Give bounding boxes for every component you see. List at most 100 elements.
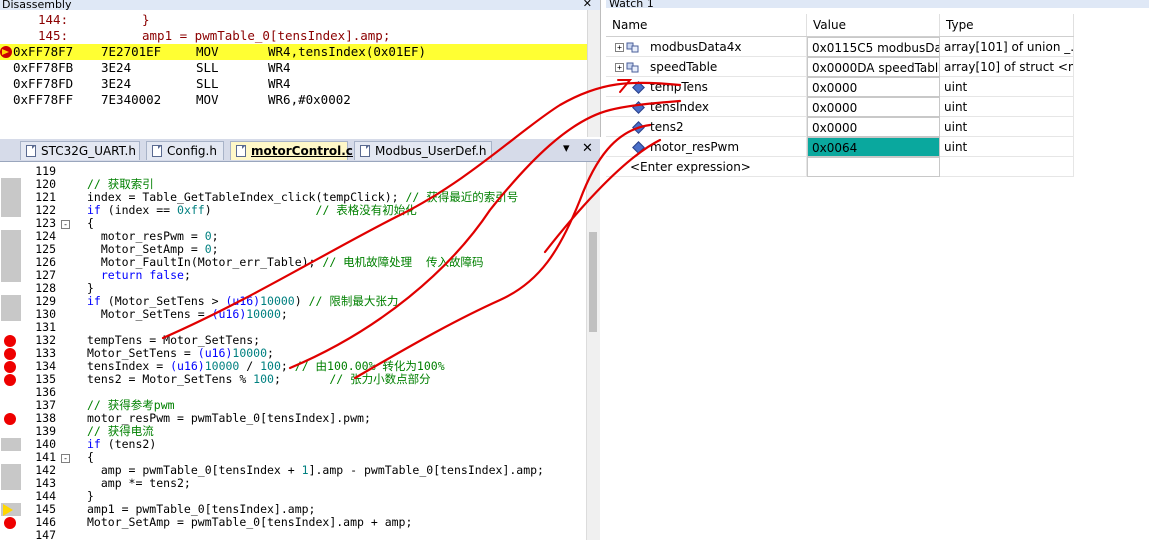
variable-icon	[632, 121, 645, 134]
code-number: 0	[204, 229, 212, 243]
breakpoint-slot[interactable]	[1, 191, 21, 204]
breakpoint-icon[interactable]	[4, 373, 16, 386]
editor-scrollbar[interactable]	[586, 162, 600, 540]
disassembly-line[interactable]: 0xFF78FB 3E24 SLL WR4	[0, 60, 590, 76]
breakpoint-slot[interactable]	[1, 438, 21, 451]
line-number: 147	[35, 528, 56, 540]
editor-tab[interactable]: Config.h	[146, 141, 224, 160]
editor-tab-bar: STC32G_UART.h Config.h motorControl.c Modbu…	[0, 139, 600, 162]
watch-name-cell[interactable]: tens2	[606, 117, 807, 137]
editor-tab[interactable]: STC32G_UART.h	[20, 141, 140, 160]
code-line[interactable]: if (index == 0xff) // 表格没有初始化	[87, 204, 417, 217]
breakpoint-slot[interactable]	[1, 256, 21, 269]
code-comment: // 获得参考pwm	[87, 398, 175, 412]
watch-name-cell[interactable]: tempTens	[606, 77, 807, 97]
breakpoint-slot[interactable]	[1, 204, 21, 217]
code-comment: // 获得电流	[87, 424, 154, 438]
fold-toggle-icon[interactable]: -	[61, 454, 70, 463]
disassembly-line[interactable]: 145: amp1 = pwmTable_0[tensIndex].amp;	[0, 28, 590, 44]
code-number: 100	[253, 372, 274, 386]
breakpoint-icon[interactable]	[4, 412, 16, 425]
instruction-bytes: 3E24	[101, 60, 132, 75]
breakpoint-slot[interactable]	[1, 295, 21, 308]
watch-name: <Enter expression>	[630, 160, 751, 174]
code-cast: (u16)	[197, 346, 233, 360]
editor-gutter[interactable]	[0, 162, 23, 540]
breakpoint-slot[interactable]	[1, 308, 21, 321]
tab-list-button[interactable]: ▾	[563, 141, 570, 156]
expand-toggle-icon[interactable]: +	[615, 63, 624, 72]
watch-name-cell[interactable]: tensIndex	[606, 97, 807, 117]
breakpoint-slot[interactable]	[1, 269, 21, 282]
watch-row[interactable]: motor_resPwm 0x0064 uint	[606, 137, 1074, 157]
code-comment: // 电机故障处理 传入故障码	[322, 255, 484, 269]
source-line-number: 144:	[38, 12, 69, 27]
code-line[interactable]: tens2 = Motor_SetTens % 100; // 张力小数点部分	[87, 373, 431, 386]
file-icon	[26, 145, 36, 157]
tab-close-button[interactable]: ✕	[582, 141, 593, 156]
watch-type-cell: array[10] of struct <no...	[940, 57, 1074, 77]
watch-title: Watch 1	[606, 0, 1149, 8]
editor-tab[interactable]: motorControl.c	[230, 141, 353, 160]
watch-row[interactable]: + modbusData4x 0x0115C5 modbusDat...array[…	[606, 37, 1074, 57]
watch-col-type[interactable]: Type	[940, 14, 1074, 36]
watch-value-cell[interactable]: 0x0115C5 modbusDat...	[807, 37, 940, 57]
disassembly-line[interactable]: 0xFF78F7 7E2701EF MOV WR4,tensIndex(0x01EF)	[0, 44, 590, 60]
disassembly-line[interactable]: 144:}	[0, 12, 590, 28]
breakpoint-slot[interactable]	[1, 178, 21, 191]
breakpoint-icon[interactable]	[4, 360, 16, 373]
breakpoint-icon[interactable]	[4, 334, 16, 347]
disassembly-line[interactable]: 0xFF78FF 7E340002 MOV WR6,#0x0002	[0, 92, 590, 108]
watch-name: tens2	[650, 120, 684, 134]
watch-pane: Watch 1 Name Value Type + modbusData4x 0x0…	[606, 0, 1149, 540]
watch-value-cell[interactable]: 0x0000	[807, 117, 940, 137]
breakpoint-icon[interactable]	[4, 347, 16, 360]
struct-icon	[626, 40, 640, 54]
editor-scroll-thumb[interactable]	[589, 232, 597, 332]
watch-row[interactable]: tensIndex 0x0000 uint	[606, 97, 1074, 117]
watch-type-cell: array[101] of union _...	[940, 37, 1074, 57]
disassembly-close-button[interactable]: ✕	[583, 0, 592, 9]
instruction-mnemonic: MOV	[196, 92, 219, 107]
watch-name-cell[interactable]: + speedTable	[606, 57, 807, 77]
breakpoint-icon[interactable]	[4, 516, 16, 529]
watch-row[interactable]: tens2 0x0000 uint	[606, 117, 1074, 137]
disassembly-line[interactable]: 0xFF78FD 3E24 SLL WR4	[0, 76, 590, 92]
code-number: 1	[301, 463, 309, 477]
code-comment: // 获得最近的索引号	[405, 190, 519, 204]
watch-col-name[interactable]: Name	[606, 14, 807, 36]
watch-value-cell[interactable]	[807, 157, 940, 177]
file-icon	[236, 145, 246, 157]
watch-row[interactable]: tempTens 0x0000 uint	[606, 77, 1074, 97]
watch-name: motor_resPwm	[650, 140, 740, 154]
breakpoint-slot[interactable]	[1, 243, 21, 256]
disassembly-scrollbar[interactable]	[587, 10, 600, 137]
watch-value-cell[interactable]: 0x0000DA speedTable	[807, 57, 940, 77]
watch-row[interactable]: <Enter expression>	[606, 157, 1074, 177]
watch-name-cell[interactable]: <Enter expression>	[606, 157, 807, 177]
editor-tab[interactable]: Modbus_UserDef.h	[354, 141, 492, 160]
watch-value-cell[interactable]: 0x0000	[807, 97, 940, 117]
watch-name: modbusData4x	[650, 40, 742, 54]
watch-name-cell[interactable]: + modbusData4x	[606, 37, 807, 57]
editor-tab-label: motorControl.c	[251, 144, 353, 158]
watch-name-cell[interactable]: motor_resPwm	[606, 137, 807, 157]
fold-toggle-icon[interactable]: -	[61, 220, 70, 229]
breakpoint-slot[interactable]	[1, 230, 21, 243]
watch-value-cell[interactable]: 0x0000	[807, 77, 940, 97]
expand-toggle-icon[interactable]: +	[615, 43, 624, 52]
instruction-bytes: 7E2701EF	[101, 44, 162, 59]
watch-value-cell[interactable]: 0x0064	[807, 137, 940, 157]
code-line[interactable]: if (tens2)	[87, 438, 156, 451]
code-line[interactable]: amp *= tens2;	[87, 477, 191, 490]
code-editor[interactable]: 119 120// 获取索引 121 index = Table_GetTableIn…	[0, 162, 600, 540]
watch-col-value[interactable]: Value	[807, 14, 940, 36]
code-line[interactable]: Motor_SetTens = (u16)10000;	[87, 308, 288, 321]
instruction-operand: WR4	[268, 60, 291, 75]
code-line[interactable]: return false;	[87, 269, 191, 282]
code-line[interactable]: Motor_SetAmp = pwmTable_0[tensIndex].amp…	[87, 516, 412, 529]
breakpoint-slot[interactable]	[1, 477, 21, 490]
source-line-text: amp1 = pwmTable_0[tensIndex].amp;	[142, 28, 391, 43]
watch-row[interactable]: + speedTable 0x0000DA speedTable array[10] …	[606, 57, 1074, 77]
breakpoint-slot[interactable]	[1, 464, 21, 477]
